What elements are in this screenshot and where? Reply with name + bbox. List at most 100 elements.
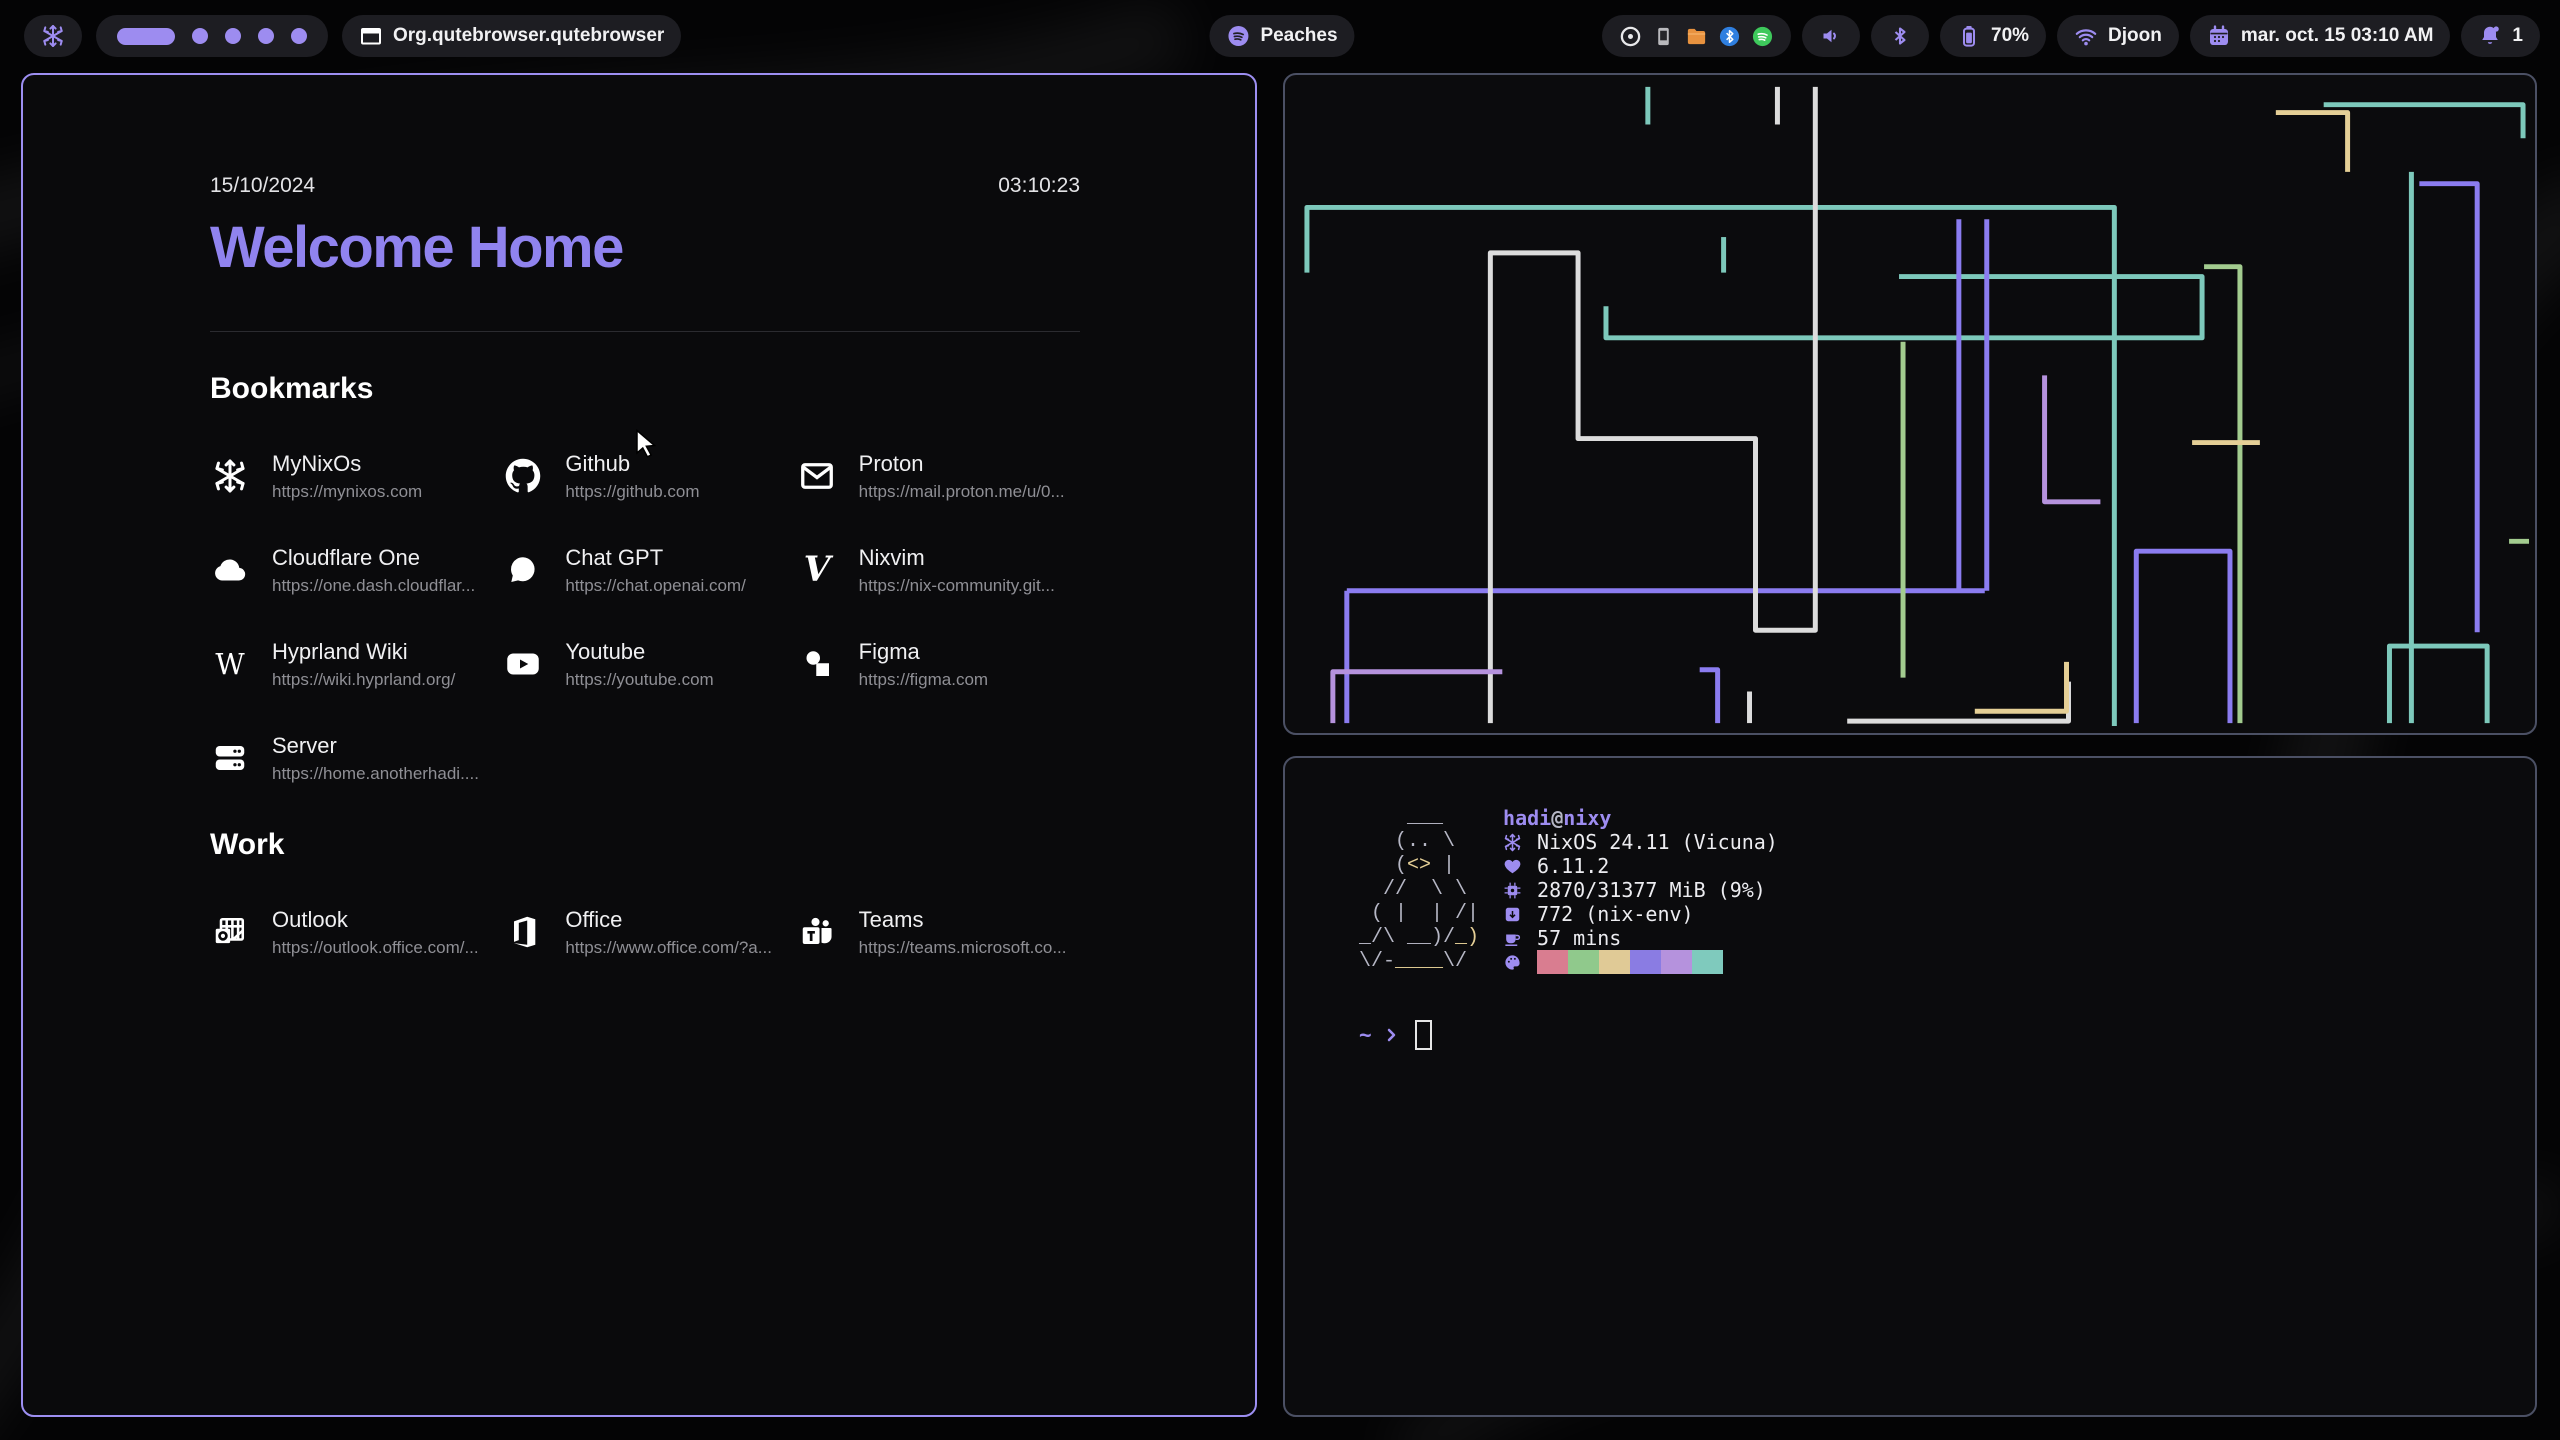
network-chip[interactable]: Djoon xyxy=(2057,15,2179,57)
pipe-segment xyxy=(2204,267,2240,723)
clock-chip[interactable]: mar. oct. 15 03:10 AM xyxy=(2190,15,2451,57)
launcher-button[interactable] xyxy=(24,15,82,57)
bookmark-name: Nixvim xyxy=(859,545,1055,571)
workspace-dot[interactable] xyxy=(192,28,208,44)
volume-chip[interactable] xyxy=(1802,15,1860,57)
bookmark-hyprland-wiki[interactable]: W Hyprland Wiki https://wiki.hyprland.org/ xyxy=(210,634,503,694)
pipe-segment xyxy=(1700,670,1718,723)
bookmark-office[interactable]: Office https://www.office.com/?a... xyxy=(503,902,796,962)
fetch-row: 6.11.2 xyxy=(1503,854,1778,878)
bookmark-nixvim[interactable]: VNixvimhttps://nix-community.git... xyxy=(797,540,1090,600)
desktop: Org.qutebrowser.qutebrowser Peaches xyxy=(0,0,2560,1440)
workspace-dot[interactable] xyxy=(291,28,307,44)
active-window-chip[interactable]: Org.qutebrowser.qutebrowser xyxy=(342,15,681,57)
fetch-row xyxy=(1503,950,1778,974)
fetch-terminal-window[interactable]: ___ (.. \ (<> | // \ \ ( | | /|_/\ __)/_… xyxy=(1283,756,2537,1417)
bluetooth-chip[interactable] xyxy=(1871,15,1929,57)
fetch-title: hadi@nixy xyxy=(1503,806,1778,830)
wikipedia-icon: W xyxy=(210,646,250,682)
palette-swatch xyxy=(1692,950,1723,974)
calendar-icon xyxy=(2207,24,2231,48)
kernel-icon xyxy=(1503,857,1537,876)
bookmark-name: Office xyxy=(565,907,772,933)
bookmark-teams[interactable]: Teamshttps://teams.microsoft.co... xyxy=(797,902,1090,962)
phone-icon xyxy=(1652,25,1675,48)
fastfetch-output: ___ (.. \ (<> | // \ \ ( | | /|_/\ __)/_… xyxy=(1285,758,2535,1050)
system-tray[interactable] xyxy=(1602,15,1791,57)
bookmark-name: Server xyxy=(272,733,479,759)
fetch-user: hadi xyxy=(1503,806,1551,830)
bookmark-figma[interactable]: Figmahttps://figma.com xyxy=(797,634,1090,694)
bookmark-youtube[interactable]: Youtube https://youtube.com xyxy=(503,634,796,694)
fetch-value: 2870/31377 MiB (9%) xyxy=(1537,878,1766,902)
section-heading: Work xyxy=(210,828,1080,862)
bookmark-server[interactable]: Serverhttps://home.anotherhadi.... xyxy=(210,728,503,788)
server-icon xyxy=(210,740,250,776)
qutebrowser-window[interactable]: 15/10/2024 03:10:23 Welcome Home Bookmar… xyxy=(21,73,1257,1417)
pipe-segment xyxy=(2419,184,2477,632)
fetch-row: NixOS 24.11 (Vicuna) xyxy=(1503,830,1778,854)
bookmark-url: https://wiki.hyprland.org/ xyxy=(272,670,455,690)
bookmark-chat-gpt[interactable]: Chat GPThttps://chat.openai.com/ xyxy=(503,540,796,600)
svg-text:W: W xyxy=(215,648,245,681)
workspace-active-pill[interactable] xyxy=(117,28,175,45)
office-icon xyxy=(503,914,543,950)
workspace-dot[interactable] xyxy=(258,28,274,44)
bookmark-texts: Hyprland Wiki https://wiki.hyprland.org/ xyxy=(272,639,455,690)
bookmark-url: https://www.office.com/?a... xyxy=(565,938,772,958)
prompt-cwd: ~ xyxy=(1359,1023,1372,1047)
fetch-row: 2870/31377 MiB (9%) xyxy=(1503,878,1778,902)
prompt-chevron-icon xyxy=(1384,1025,1399,1045)
bookmark-url: https://github.com xyxy=(565,482,699,502)
active-window-title: Org.qutebrowser.qutebrowser xyxy=(393,25,664,47)
notifications-chip[interactable]: 1 xyxy=(2461,15,2540,57)
palette-swatch xyxy=(1661,950,1692,974)
bookmark-name: Youtube xyxy=(565,639,713,665)
network-name: Djoon xyxy=(2108,25,2162,47)
bookmark-url: https://youtube.com xyxy=(565,670,713,690)
palette-swatch xyxy=(1599,950,1630,974)
clock-label: mar. oct. 15 03:10 AM xyxy=(2241,25,2434,47)
teams-icon xyxy=(797,914,837,950)
pipe-segment xyxy=(2324,105,2523,139)
bookmark-name: Teams xyxy=(859,907,1067,933)
bookmark-grid: Outlookhttps://outlook.office.com/... Off… xyxy=(210,902,1090,962)
folder-icon xyxy=(1685,25,1708,48)
pipes-terminal-window[interactable] xyxy=(1283,73,2537,735)
startpage-date: 15/10/2024 xyxy=(210,174,315,198)
uptime-icon xyxy=(1503,929,1537,948)
bookmark-name: Figma xyxy=(859,639,988,665)
terminal-cursor[interactable] xyxy=(1415,1020,1432,1050)
bookmark-name: Hyprland Wiki xyxy=(272,639,455,665)
bookmark-texts: Serverhttps://home.anotherhadi.... xyxy=(272,733,479,784)
nixvim-icon: V xyxy=(797,552,837,588)
pipe-segment xyxy=(2045,375,2101,501)
bookmark-texts: Outlookhttps://outlook.office.com/... xyxy=(272,907,479,958)
palette-swatch xyxy=(1630,950,1661,974)
workspace-switcher[interactable] xyxy=(96,15,328,57)
pipe-segment xyxy=(2136,551,2230,723)
bookmark-texts: Office https://www.office.com/?a... xyxy=(565,907,772,958)
bookmark-name: Chat GPT xyxy=(565,545,746,571)
youtube-icon xyxy=(503,646,543,682)
fetch-value: 772 (nix-env) xyxy=(1537,902,1694,926)
bookmark-name: Outlook xyxy=(272,907,479,933)
bookmark-grid: MyNixOshttps://mynixos.comGithubhttps://… xyxy=(210,446,1090,788)
fetch-value: 57 mins xyxy=(1537,926,1621,950)
battery-chip[interactable]: 70% xyxy=(1940,15,2046,57)
bookmark-texts: Teamshttps://teams.microsoft.co... xyxy=(859,907,1067,958)
pipe-segment xyxy=(1847,682,2068,722)
workspace-dot[interactable] xyxy=(225,28,241,44)
bookmark-url: https://mynixos.com xyxy=(272,482,422,502)
bookmark-cloudflare-one[interactable]: Cloudflare Onehttps://one.dash.cloudflar… xyxy=(210,540,503,600)
snowflake-icon xyxy=(1503,833,1537,852)
bell-icon xyxy=(2478,24,2502,48)
media-player-chip[interactable]: Peaches xyxy=(1209,15,1354,57)
bookmark-proton[interactable]: Protonhttps://mail.proton.me/u/0... xyxy=(797,446,1090,506)
bookmark-mynixos[interactable]: MyNixOshttps://mynixos.com xyxy=(210,446,503,506)
wifi-icon xyxy=(2074,24,2098,48)
bookmark-outlook[interactable]: Outlookhttps://outlook.office.com/... xyxy=(210,902,503,962)
spotify-icon xyxy=(1226,24,1250,48)
bookmark-texts: Figmahttps://figma.com xyxy=(859,639,988,690)
bookmark-url: https://mail.proton.me/u/0... xyxy=(859,482,1065,502)
